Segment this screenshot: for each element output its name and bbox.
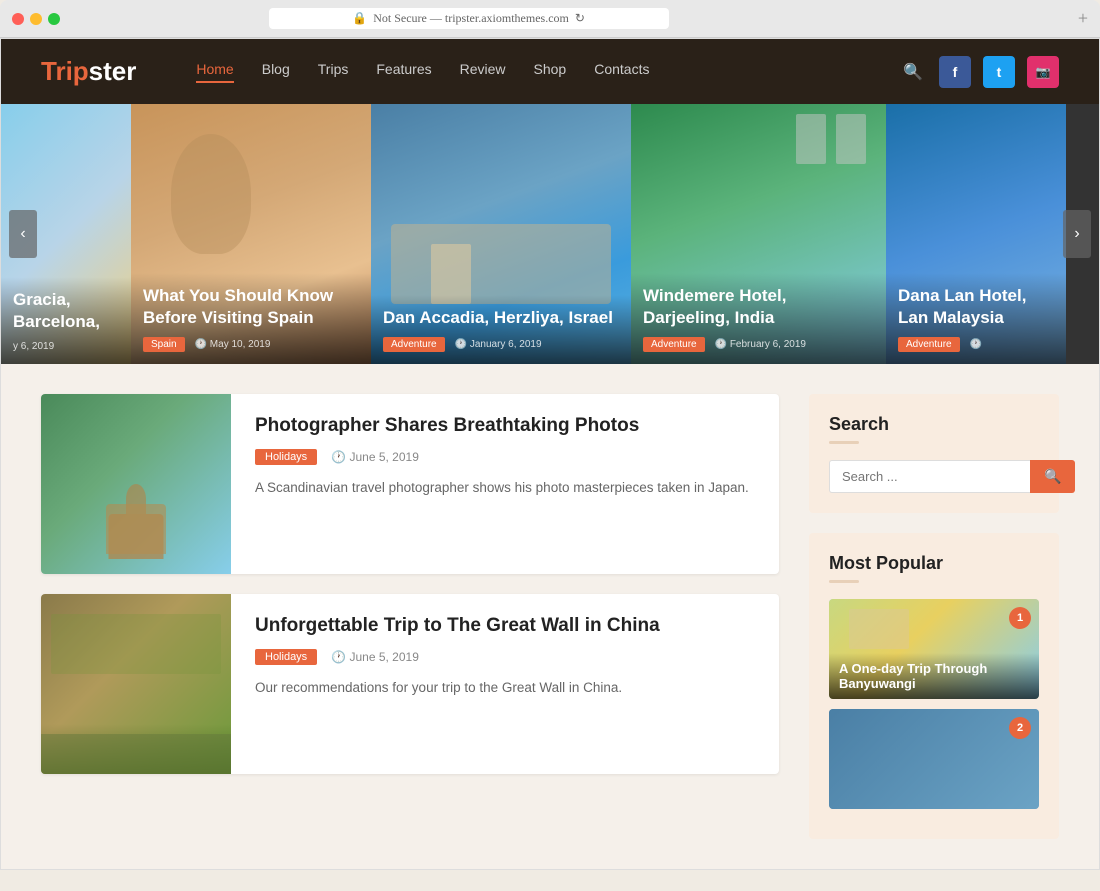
header-right: 🔍 f t 📷 [899, 56, 1059, 88]
search-widget-title: Search [829, 414, 1039, 435]
site-header: Tripster Home Blog Trips Features Review… [1, 39, 1099, 104]
browser-chrome: 🔒 Not Secure — tripster.axiomthemes.com … [0, 0, 1100, 38]
search-input[interactable] [829, 460, 1030, 493]
article-meta-1: Holidays 🕐 June 5, 2019 [255, 449, 755, 465]
popular-item-1[interactable]: 1 A One-day Trip Through Banyuwangi [829, 599, 1039, 699]
popular-widget: Most Popular 1 A One-day Trip Through Ba… [809, 533, 1059, 839]
popular-num-1: 1 [1009, 607, 1031, 629]
slide-1-meta: y 6, 2019 [13, 341, 119, 352]
article-date-1: 🕐 June 5, 2019 [331, 450, 419, 464]
close-button[interactable] [12, 13, 24, 25]
article-excerpt-2: Our recommendations for your trip to the… [255, 677, 755, 699]
article-date-2: 🕐 June 5, 2019 [331, 650, 419, 664]
slide-2-meta: Spain 🕐 May 10, 2019 [143, 337, 359, 352]
nav-item-contacts[interactable]: Contacts [594, 61, 649, 83]
slide-4-tag: Adventure [643, 337, 705, 352]
slide-4-meta: Adventure 🕐 February 6, 2019 [643, 337, 874, 352]
logo-ster: ster [89, 56, 137, 86]
article-meta-2: Holidays 🕐 June 5, 2019 [255, 649, 755, 665]
slide-5-tag: Adventure [898, 337, 960, 352]
articles-list: Photographer Shares Breathtaking Photos … [41, 394, 779, 839]
slide-4-date: 🕐 February 6, 2019 [715, 339, 806, 350]
main-content: Photographer Shares Breathtaking Photos … [1, 364, 1099, 869]
fullscreen-button[interactable] [48, 13, 60, 25]
nav-item-blog[interactable]: Blog [262, 61, 290, 83]
facebook-button[interactable]: f [939, 56, 971, 88]
slide-5-meta: Adventure 🕐 [898, 337, 1054, 352]
minimize-button[interactable] [30, 13, 42, 25]
reload-icon[interactable]: ↻ [575, 11, 585, 26]
slide-4[interactable]: Windemere Hotel, Darjeeling, India Adven… [631, 104, 886, 364]
search-submit-button[interactable]: 🔍 [1030, 460, 1075, 493]
sidebar: Search 🔍 Most Popular 1 A One-day Trip T… [809, 394, 1059, 839]
traffic-lights [12, 13, 60, 25]
nav-link-features[interactable]: Features [376, 61, 431, 77]
nav-link-trips[interactable]: Trips [318, 61, 349, 77]
nav-link-shop[interactable]: Shop [534, 61, 567, 77]
article-card-2[interactable]: Unforgettable Trip to The Great Wall in … [41, 594, 779, 774]
popular-widget-divider [829, 580, 859, 583]
article-title-2[interactable]: Unforgettable Trip to The Great Wall in … [255, 614, 755, 639]
slider-prev-button[interactable]: ‹ [9, 210, 37, 258]
slide-5[interactable]: Dana Lan Hotel, Lan Malaysia Adventure 🕐 [886, 104, 1066, 364]
article-title-1[interactable]: Photographer Shares Breathtaking Photos [255, 414, 755, 439]
slide-1-overlay: Gracia, Barcelona, y 6, 2019 [1, 277, 131, 364]
popular-num-2: 2 [1009, 717, 1031, 739]
slide-4-overlay: Windemere Hotel, Darjeeling, India Adven… [631, 273, 886, 364]
slide-3-date: 🕐 January 6, 2019 [455, 339, 542, 350]
slide-4-title: Windemere Hotel, Darjeeling, India [643, 285, 874, 329]
slide-2-date: 🕐 May 10, 2019 [195, 339, 271, 350]
slide-2-title: What You Should Know Before Visiting Spa… [143, 285, 359, 329]
search-widget: Search 🔍 [809, 394, 1059, 513]
nav-link-home[interactable]: Home [196, 61, 233, 83]
article-excerpt-1: A Scandinavian travel photographer shows… [255, 477, 755, 499]
lock-icon: 🔒 [352, 11, 367, 26]
hero-slider: ‹ Gracia, Barcelona, y 6, 2019 What You … [1, 104, 1099, 364]
slide-2[interactable]: What You Should Know Before Visiting Spa… [131, 104, 371, 364]
popular-widget-title: Most Popular [829, 553, 1039, 574]
slide-5-overlay: Dana Lan Hotel, Lan Malaysia Adventure 🕐 [886, 273, 1066, 364]
slide-3-meta: Adventure 🕐 January 6, 2019 [383, 337, 619, 352]
slide-2-overlay: What You Should Know Before Visiting Spa… [131, 273, 371, 364]
nav-link-contacts[interactable]: Contacts [594, 61, 649, 77]
article-tag-1[interactable]: Holidays [255, 449, 317, 465]
article-body-1: Photographer Shares Breathtaking Photos … [231, 394, 779, 574]
nav-link-blog[interactable]: Blog [262, 61, 290, 77]
article-thumb-2 [41, 594, 231, 774]
article-tag-2[interactable]: Holidays [255, 649, 317, 665]
header-search-button[interactable]: 🔍 [899, 58, 927, 86]
nav-item-features[interactable]: Features [376, 61, 431, 83]
slide-5-date: 🕐 [970, 339, 982, 350]
slide-1-date: y 6, 2019 [13, 341, 54, 352]
slide-3[interactable]: Dan Accadia, Herzliya, Israel Adventure … [371, 104, 631, 364]
search-widget-divider [829, 441, 859, 444]
article-body-2: Unforgettable Trip to The Great Wall in … [231, 594, 779, 774]
nav-item-shop[interactable]: Shop [534, 61, 567, 83]
slide-2-tag: Spain [143, 337, 185, 352]
site-wrapper: Tripster Home Blog Trips Features Review… [0, 38, 1100, 870]
popular-title-1: A One-day Trip Through Banyuwangi [829, 653, 1039, 699]
search-form: 🔍 [829, 460, 1039, 493]
nav-item-home[interactable]: Home [196, 61, 233, 83]
nav-item-review[interactable]: Review [460, 61, 506, 83]
article-thumb-1 [41, 394, 231, 574]
slide-1-title: Gracia, Barcelona, [13, 289, 119, 333]
slide-3-tag: Adventure [383, 337, 445, 352]
logo-trip: Trip [41, 56, 89, 86]
site-logo[interactable]: Tripster [41, 56, 136, 87]
main-nav: Home Blog Trips Features Review Shop Con… [136, 61, 649, 83]
new-tab-button[interactable]: + [1078, 8, 1088, 29]
slider-next-button[interactable]: › [1063, 210, 1091, 258]
article-card-1[interactable]: Photographer Shares Breathtaking Photos … [41, 394, 779, 574]
popular-item-2[interactable]: 2 [829, 709, 1039, 809]
url-bar[interactable]: 🔒 Not Secure — tripster.axiomthemes.com … [269, 8, 669, 29]
url-text: Not Secure — tripster.axiomthemes.com [373, 11, 569, 26]
twitter-button[interactable]: t [983, 56, 1015, 88]
nav-link-review[interactable]: Review [460, 61, 506, 77]
slide-5-title: Dana Lan Hotel, Lan Malaysia [898, 285, 1054, 329]
nav-item-trips[interactable]: Trips [318, 61, 349, 83]
slide-3-overlay: Dan Accadia, Herzliya, Israel Adventure … [371, 295, 631, 364]
instagram-button[interactable]: 📷 [1027, 56, 1059, 88]
slide-3-title: Dan Accadia, Herzliya, Israel [383, 307, 619, 329]
